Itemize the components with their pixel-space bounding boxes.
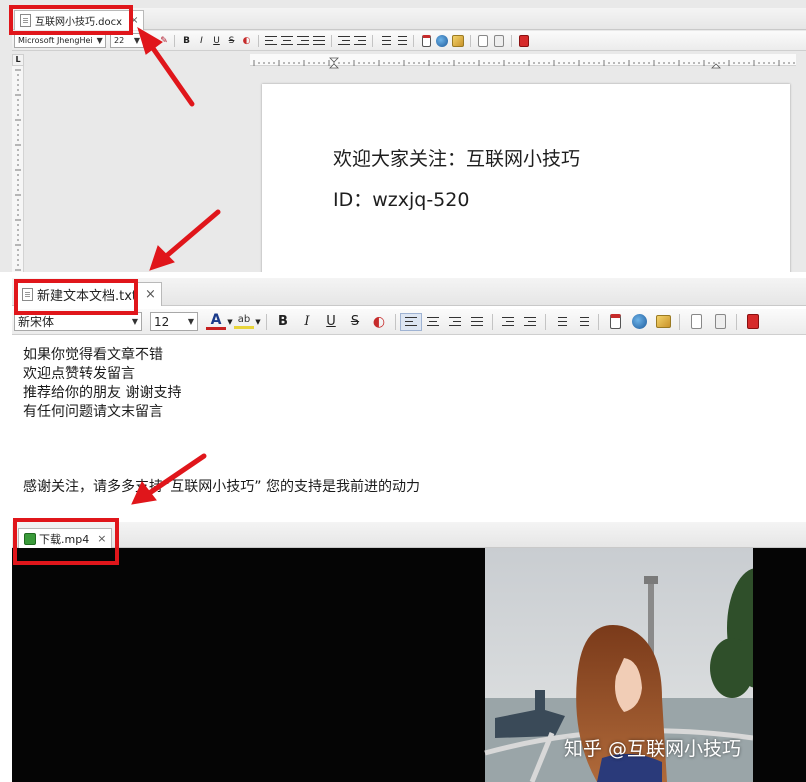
bullet-list-icon[interactable] bbox=[377, 36, 393, 45]
outdent-icon[interactable] bbox=[336, 36, 352, 45]
align-right-icon[interactable] bbox=[444, 317, 466, 326]
toolbar-divider bbox=[679, 313, 680, 330]
ruler-ticks bbox=[15, 69, 21, 271]
link-icon[interactable] bbox=[434, 34, 450, 47]
highlight-button[interactable]: ab bbox=[234, 314, 254, 329]
underline-button[interactable]: U bbox=[209, 36, 224, 46]
page-setup-icon[interactable] bbox=[684, 314, 708, 329]
italic-button[interactable]: I bbox=[194, 36, 209, 46]
txt-editor-panel: 新建文本文档.txt × 新宋体 ▼ 12 ▼ A ▼ ab ▼ B I U S… bbox=[0, 278, 806, 514]
indent-icon[interactable] bbox=[352, 36, 368, 45]
italic-button[interactable]: I bbox=[295, 314, 319, 329]
chevron-down-icon: ▼ bbox=[96, 36, 103, 45]
font-color-button[interactable]: A bbox=[206, 313, 226, 330]
close-icon[interactable]: × bbox=[145, 287, 156, 302]
link-icon[interactable] bbox=[627, 314, 651, 329]
toolbar-divider bbox=[470, 34, 471, 47]
video-frame[interactable]: 知乎 @互联网小技巧 bbox=[12, 548, 806, 782]
text-line: 推荐给你的朋友 谢谢支持 bbox=[23, 385, 182, 401]
print-preview-icon[interactable] bbox=[708, 314, 732, 329]
horizontal-ruler[interactable] bbox=[250, 54, 796, 69]
video-tab-strip: 下载.mp4 × bbox=[12, 522, 806, 548]
document-line: 欢迎大家关注：互联网小技巧 bbox=[333, 148, 581, 170]
highlight-box bbox=[14, 279, 138, 315]
justify-icon[interactable] bbox=[466, 317, 488, 326]
toolbar-divider bbox=[545, 313, 546, 330]
text-editor-area[interactable]: 如果你觉得看文章不错 欢迎点赞转发留言 推荐给你的朋友 谢谢支持 有任何问题请文… bbox=[12, 336, 806, 514]
text-line: 感谢关注，请多多支持“互联网小技巧” 您的支持是我前进的动力 bbox=[23, 479, 420, 495]
video-player-panel: 下载.mp4 × 知乎 @互联网小技巧 bbox=[0, 518, 806, 782]
toolbar-divider bbox=[492, 313, 493, 330]
numbered-list-icon[interactable] bbox=[572, 317, 594, 326]
align-right-icon[interactable] bbox=[295, 36, 311, 45]
document-page[interactable]: 欢迎大家关注：互联网小技巧 ID：wzxjq-520 bbox=[262, 84, 790, 272]
font-color-icon[interactable]: ✎ bbox=[158, 36, 170, 46]
align-center-icon[interactable] bbox=[422, 317, 444, 326]
text-line: 有任何问题请文末留言 bbox=[23, 404, 163, 420]
chevron-down-icon: ▼ bbox=[133, 36, 140, 45]
font-size-select[interactable]: 22 ▼ bbox=[110, 33, 144, 48]
indent-icon[interactable] bbox=[519, 317, 541, 326]
image-icon[interactable] bbox=[450, 34, 466, 47]
pdf-export-icon[interactable] bbox=[741, 314, 765, 329]
highlight-box bbox=[13, 518, 119, 565]
docx-editor-panel: 互联网小技巧.docx × Microsoft JhengHei ▼ 22 ▼ … bbox=[0, 0, 806, 272]
format-painter-icon[interactable]: ◐ bbox=[367, 314, 391, 330]
align-left-icon[interactable] bbox=[263, 36, 279, 45]
align-left-icon[interactable] bbox=[400, 312, 422, 331]
format-painter-icon[interactable]: ◐ bbox=[239, 36, 254, 46]
chevron-down-icon[interactable]: ▼ bbox=[226, 318, 234, 326]
toolbar-divider bbox=[372, 34, 373, 47]
print-preview-icon[interactable] bbox=[491, 34, 507, 47]
image-icon[interactable] bbox=[651, 315, 675, 328]
text-line: 如果你觉得看文章不错 bbox=[23, 347, 163, 363]
highlight-box bbox=[9, 5, 133, 35]
toolbar-divider bbox=[736, 313, 737, 330]
bullet-list-icon[interactable] bbox=[550, 317, 572, 326]
font-size-value: 12 bbox=[154, 314, 170, 329]
bookmark-icon[interactable] bbox=[603, 314, 627, 329]
align-center-icon[interactable] bbox=[279, 36, 295, 45]
toolbar-divider bbox=[511, 34, 512, 47]
toolbar-divider bbox=[413, 34, 414, 47]
chevron-down-icon: ▼ bbox=[187, 317, 194, 326]
ruler-ticks bbox=[253, 57, 795, 69]
toolbar-divider bbox=[395, 313, 396, 330]
ruler-tab-selector[interactable]: L bbox=[12, 54, 24, 66]
font-size-select[interactable]: 12 ▼ bbox=[150, 312, 198, 331]
font-family-value: Microsoft JhengHei bbox=[18, 36, 93, 45]
font-size-value: 22 bbox=[114, 36, 125, 45]
toolbar-divider bbox=[258, 34, 259, 47]
bookmark-icon[interactable] bbox=[418, 34, 434, 47]
watermark: 知乎 @互联网小技巧 bbox=[564, 738, 742, 760]
bold-button[interactable]: B bbox=[271, 314, 295, 329]
bold-button[interactable]: B bbox=[179, 36, 194, 46]
document-line: ID：wzxjq-520 bbox=[333, 189, 470, 211]
chevron-down-icon[interactable]: ▼ bbox=[254, 318, 262, 326]
underline-button[interactable]: U bbox=[319, 314, 343, 329]
toolbar-divider bbox=[598, 313, 599, 330]
toolbar-divider bbox=[331, 34, 332, 47]
justify-icon[interactable] bbox=[311, 36, 327, 45]
toolbar-divider bbox=[266, 313, 267, 330]
font-family-value: 新宋体 bbox=[18, 315, 55, 329]
font-family-select[interactable]: Microsoft JhengHei ▼ bbox=[14, 33, 106, 48]
strikethrough-button[interactable]: S bbox=[224, 36, 239, 46]
outdent-icon[interactable] bbox=[497, 317, 519, 326]
chevron-down-icon: ▼ bbox=[131, 317, 138, 326]
text-line: 欢迎点赞转发留言 bbox=[23, 366, 135, 382]
vertical-ruler[interactable] bbox=[12, 66, 24, 272]
pdf-export-icon[interactable] bbox=[516, 34, 532, 47]
numbered-list-icon[interactable] bbox=[393, 36, 409, 45]
strikethrough-button[interactable]: S bbox=[343, 314, 367, 329]
page-setup-icon[interactable] bbox=[475, 34, 491, 47]
toolbar-divider bbox=[174, 34, 175, 47]
